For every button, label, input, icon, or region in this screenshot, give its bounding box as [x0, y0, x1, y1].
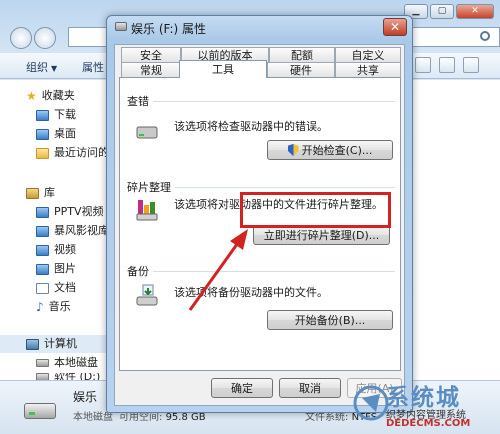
start-backup-button[interactable]: 开始备份(B)...: [267, 310, 393, 330]
sidebar-item-pptv[interactable]: PPTV视频: [36, 203, 104, 221]
cancel-button[interactable]: 取消: [279, 378, 341, 398]
organize-menu[interactable]: 组织 ▼: [26, 59, 57, 75]
tab-customize[interactable]: 自定义: [335, 47, 401, 62]
video-library-icon: [36, 206, 49, 218]
drive-icon: [36, 359, 49, 367]
watermark-logo-icon: [353, 385, 389, 421]
close-window-button[interactable]: ✕: [456, 4, 494, 19]
sidebar-computer[interactable]: 计算机: [0, 335, 108, 353]
recent-places-icon: [36, 147, 49, 159]
sidebar-item-documents[interactable]: 文档: [36, 279, 76, 297]
properties-dialog: 娱乐 (F:) 属性 ✕ 安全 以前的版本 配额 自定义 常规 工具 硬件 共享…: [106, 15, 413, 413]
sidebar-item-videos[interactable]: 视频: [36, 241, 76, 259]
sidebar-item-local-disk[interactable]: 本地磁盘: [36, 354, 98, 372]
back-button[interactable]: [10, 27, 32, 49]
backup-description: 该选项将备份驱动器中的文件。: [174, 286, 328, 299]
star-icon: ★: [26, 89, 37, 103]
watermark-url: DEDECMS.COM: [386, 418, 471, 429]
backup-icon: [136, 284, 158, 306]
tools-tab-panel: 查错 该选项将检查驱动器中的错误。 开始检查(C)... 碎片整理 该选项将对驱…: [119, 77, 401, 371]
group-divider: [127, 271, 395, 272]
sidebar-item-desktop[interactable]: 桌面: [36, 125, 76, 143]
error-check-description: 该选项将检查驱动器中的错误。: [174, 120, 328, 133]
music-note-icon: ♪: [36, 300, 44, 314]
drive-icon: [24, 403, 56, 419]
pictures-icon: [36, 263, 49, 275]
defragment-now-button[interactable]: 立即进行碎片整理(D)...: [253, 225, 390, 245]
search-icon: [480, 31, 490, 41]
documents-icon: [36, 282, 49, 294]
defrag-icon: [136, 200, 158, 221]
tab-hardware[interactable]: 硬件: [267, 62, 335, 77]
sidebar-item-recent[interactable]: 最近访问的: [36, 144, 109, 162]
file-list-pane: [410, 80, 500, 380]
dialog-title: 娱乐 (F:) 属性: [131, 22, 207, 36]
properties-menu[interactable]: 属性: [82, 59, 104, 75]
sidebar-item-pictures[interactable]: 图片: [36, 260, 76, 278]
sidebar-item-downloads[interactable]: 下载: [36, 106, 76, 124]
chevron-down-icon: ▼: [51, 64, 58, 73]
maximize-button[interactable]: ▢: [430, 4, 454, 19]
window-controls: ▁ ▢ ✕: [404, 4, 494, 19]
backup-title: 备份: [127, 263, 153, 279]
shield-icon: [287, 144, 299, 156]
view-options-icon[interactable]: [415, 57, 431, 73]
tab-quota[interactable]: 配额: [269, 47, 335, 62]
status-drive-name: 娱乐: [73, 390, 98, 404]
dialog-close-button[interactable]: ✕: [383, 18, 407, 36]
sidebar-item-music[interactable]: ♪ 音乐: [36, 298, 71, 316]
navigation-pane: ★ 收藏夹 下载 桌面 最近访问的 库 PPTV视频 暴风影视库 视频 图片 文档…: [0, 80, 109, 381]
videos-icon: [36, 244, 49, 256]
sidebar-libraries[interactable]: 库: [26, 184, 55, 202]
view-buttons: [415, 57, 479, 73]
preview-pane-icon[interactable]: [439, 57, 455, 73]
desktop-icon: [36, 128, 49, 140]
tab-security[interactable]: 安全: [121, 47, 181, 62]
ok-button[interactable]: 确定: [211, 378, 273, 398]
error-check-title: 查错: [127, 93, 153, 109]
sidebar-favorites[interactable]: ★ 收藏夹: [26, 87, 75, 105]
dialog-body: 安全 以前的版本 配额 自定义 常规 工具 硬件 共享 查错 该选项将检查驱动器…: [114, 44, 405, 406]
address-bar[interactable]: [68, 27, 108, 47]
defrag-description: 该选项将对驱动器中的文件进行碎片整理。: [174, 198, 383, 211]
tab-tools[interactable]: 工具: [179, 60, 267, 78]
defrag-title: 碎片整理: [127, 179, 175, 195]
sidebar-item-baofeng[interactable]: 暴风影视库: [36, 222, 109, 240]
drive-icon: [115, 22, 127, 31]
help-icon[interactable]: [463, 57, 479, 73]
disk-check-icon: [136, 126, 158, 139]
library-icon: [26, 187, 39, 199]
tab-sharing[interactable]: 共享: [335, 62, 401, 77]
start-check-button[interactable]: 开始检查(C)...: [267, 140, 393, 160]
group-divider: [127, 101, 395, 102]
downloads-icon: [36, 109, 49, 121]
forward-button[interactable]: [34, 27, 56, 49]
computer-icon: [26, 338, 39, 350]
tab-general[interactable]: 常规: [121, 62, 181, 77]
video-library-icon: [36, 225, 49, 237]
